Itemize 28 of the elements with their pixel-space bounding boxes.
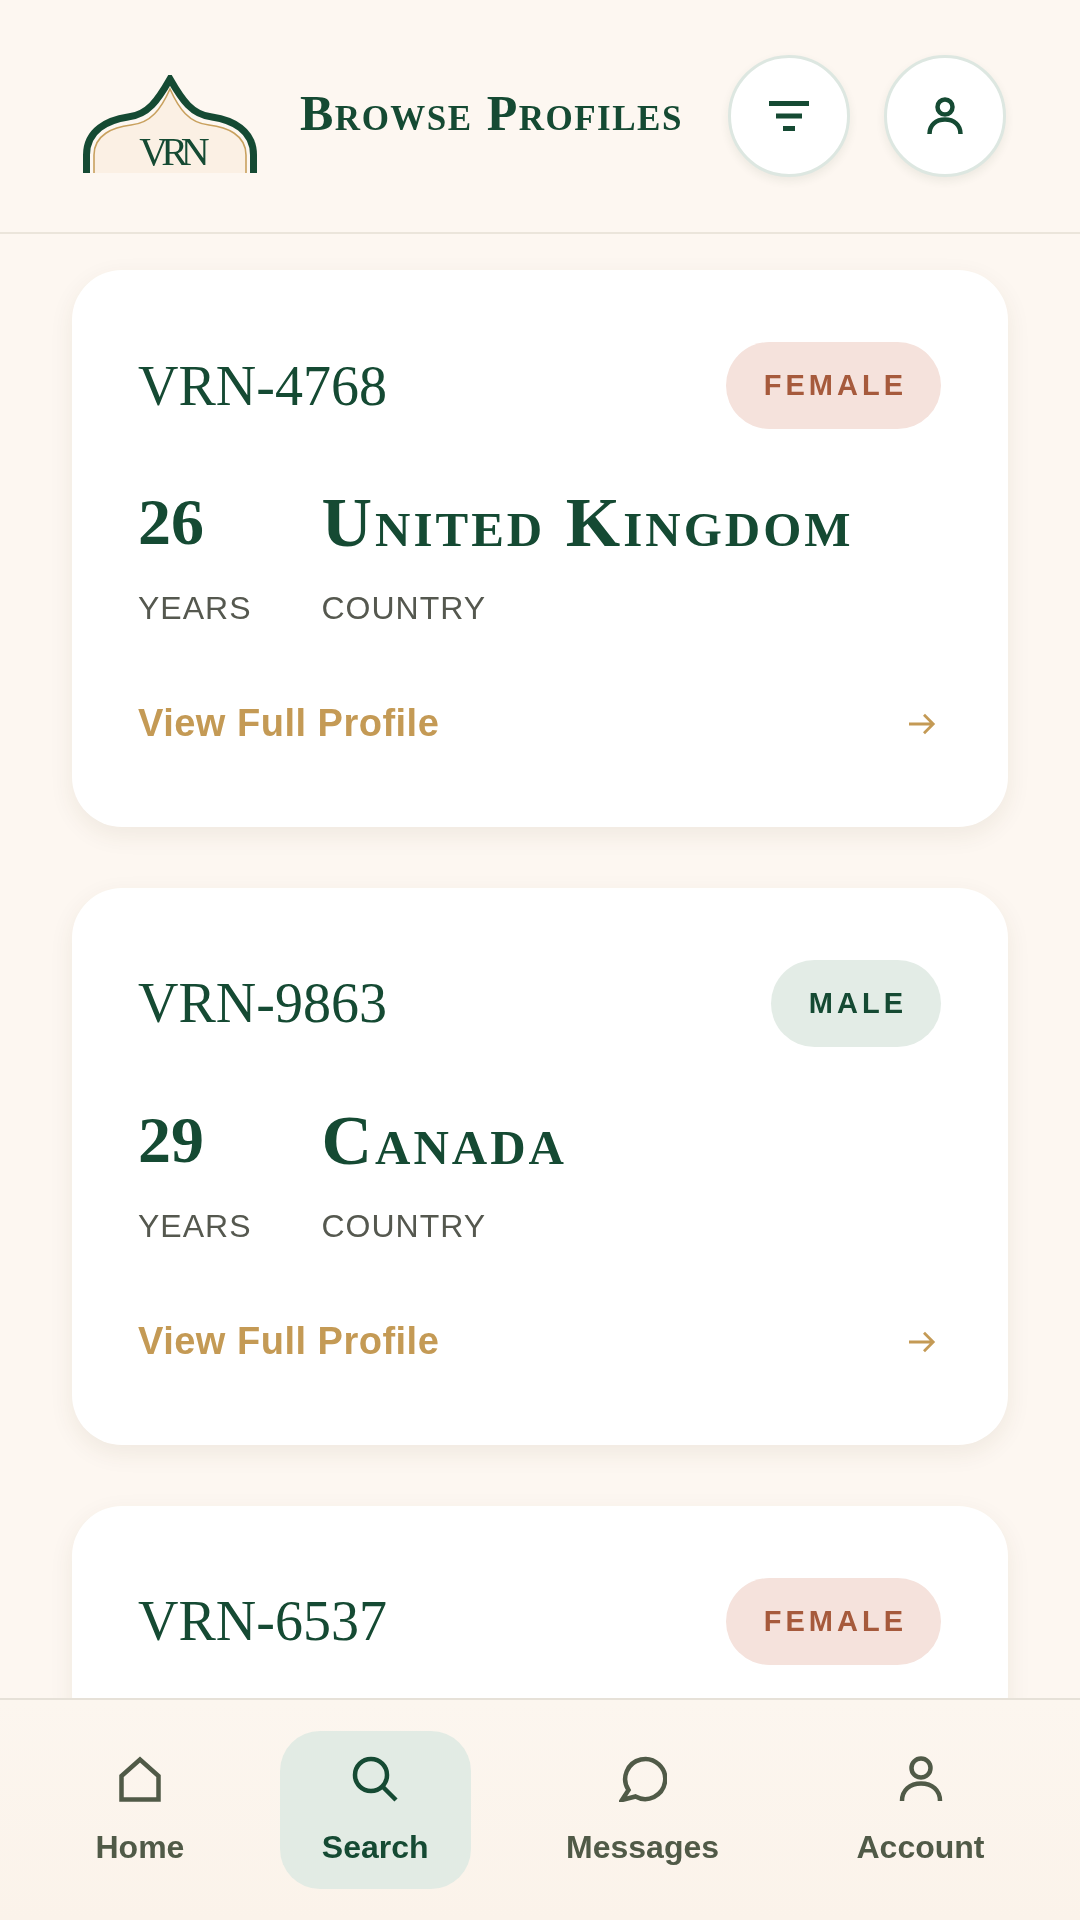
country-value: Canada xyxy=(321,1104,567,1177)
age-label: YEARS xyxy=(138,589,252,628)
speech-bubble-icon xyxy=(618,1756,667,1802)
search-icon xyxy=(352,1756,399,1802)
arrow-right-icon xyxy=(908,713,936,736)
age-value: 26 xyxy=(138,486,205,559)
page-title: Browse Profiles xyxy=(300,84,683,142)
nav-tab[interactable]: Messages xyxy=(524,1731,762,1889)
profile-id: VRN-9863 xyxy=(138,971,387,1036)
nav-tab[interactable]: Search xyxy=(279,1731,471,1889)
profile-id: VRN-4768 xyxy=(138,353,387,418)
user-icon xyxy=(898,1756,943,1802)
user-icon xyxy=(927,97,963,135)
gender-badge: FEMALE xyxy=(725,1577,941,1665)
logo: VRN xyxy=(83,75,257,173)
gender-badge: MALE xyxy=(770,960,941,1047)
arrow-right-icon xyxy=(908,1331,936,1354)
nav-tab[interactable]: Home xyxy=(53,1731,227,1889)
country-label: COUNTRY xyxy=(321,589,488,628)
age-label: YEARS xyxy=(138,1207,252,1246)
profile-id: VRN-6537 xyxy=(138,1589,387,1654)
gender-badge: FEMALE xyxy=(725,342,941,429)
nav-tab[interactable]: Account xyxy=(814,1731,1027,1889)
country-value: United Kingdom xyxy=(321,486,854,559)
filter-icon xyxy=(769,101,809,131)
home-icon xyxy=(116,1756,163,1802)
age-value: 29 xyxy=(138,1104,205,1177)
country-label: COUNTRY xyxy=(321,1207,488,1246)
